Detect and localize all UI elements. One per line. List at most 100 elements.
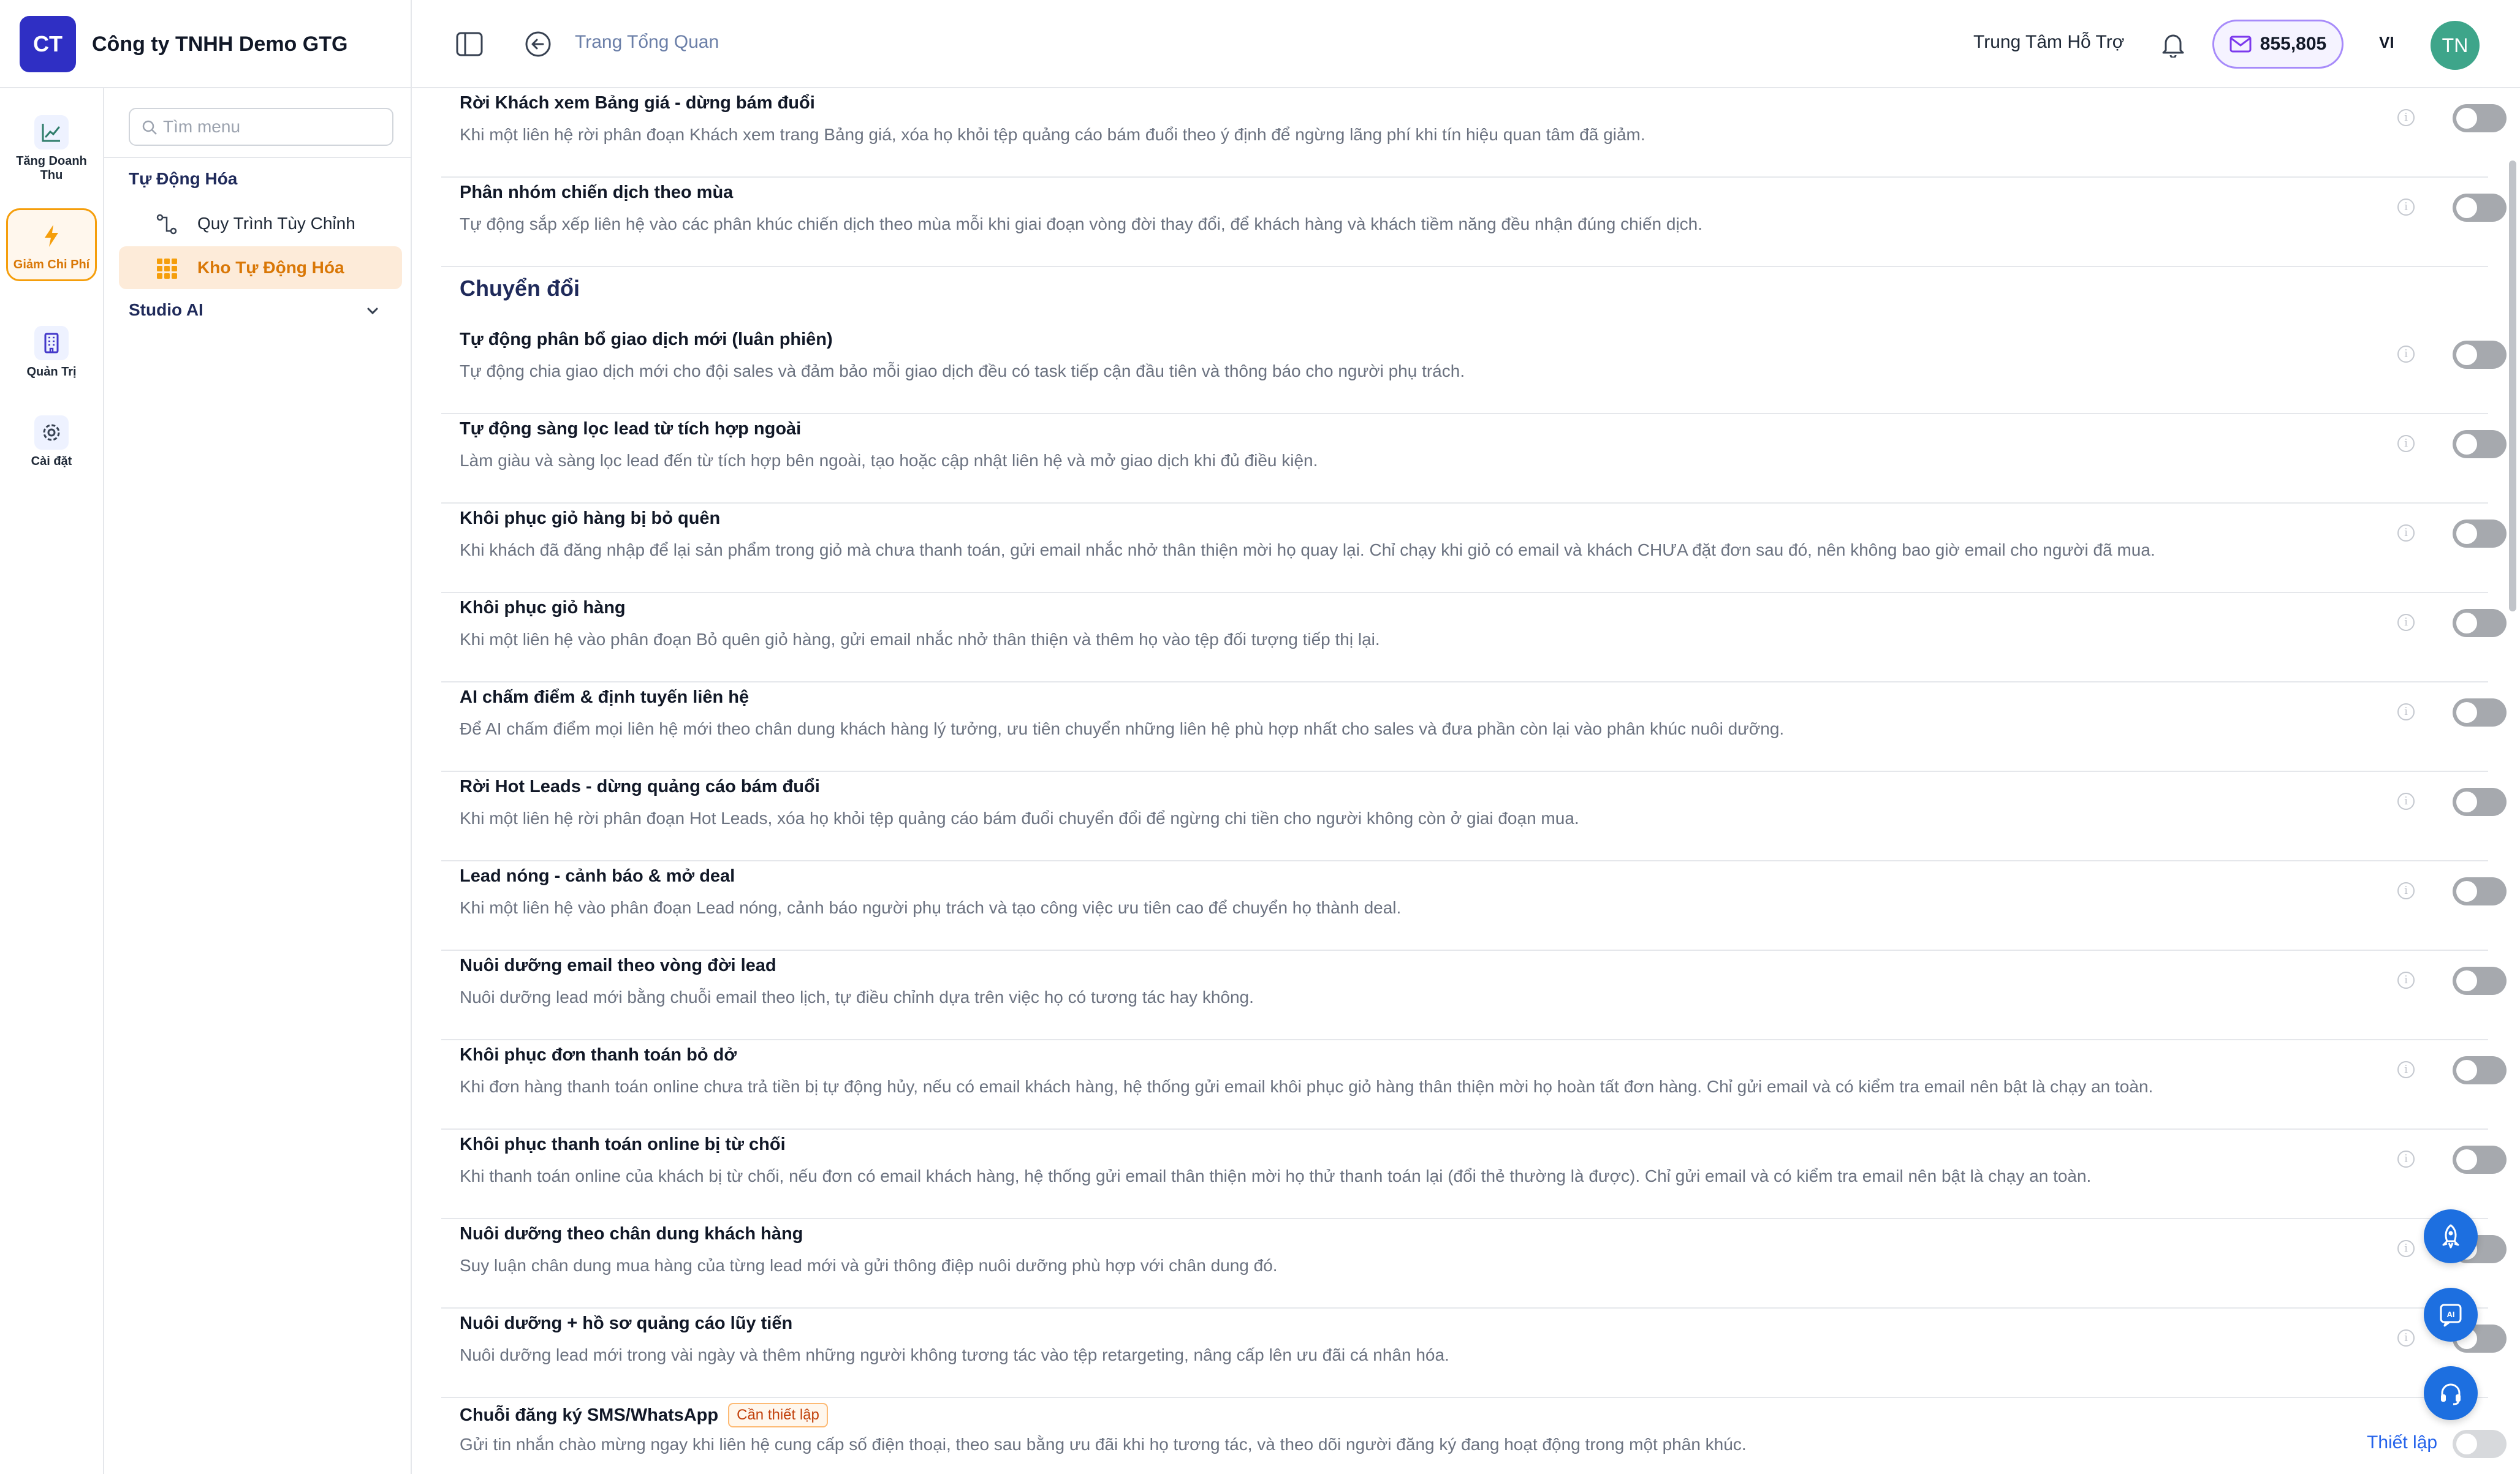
automation-title-text: Khôi phục thanh toán online bị từ chối bbox=[460, 1135, 786, 1154]
automation-toggle[interactable] bbox=[2453, 430, 2507, 458]
info-icon[interactable]: i bbox=[2397, 524, 2415, 542]
setup-link[interactable]: Thiết lập bbox=[2367, 1432, 2437, 1453]
top-bar: CT Công ty TNHH Demo GTG Trang Tổng Quan… bbox=[0, 0, 2520, 88]
breadcrumb[interactable]: Trang Tổng Quan bbox=[575, 32, 719, 53]
info-icon[interactable]: i bbox=[2397, 109, 2415, 126]
automation-row: Tự động sàng lọc lead từ tích hợp ngoài … bbox=[441, 414, 2507, 504]
notifications-button[interactable] bbox=[2155, 26, 2192, 62]
info-icon[interactable]: i bbox=[2397, 1240, 2415, 1257]
sidebar-toggle-button[interactable] bbox=[451, 26, 488, 62]
automation-description: Gửi tin nhắn chào mừng ngay khi liên hệ … bbox=[460, 1435, 1747, 1454]
svg-text:AI: AI bbox=[2447, 1310, 2455, 1319]
automation-row: Khôi phục đơn thanh toán bỏ dở Khi đơn h… bbox=[441, 1040, 2507, 1130]
automation-row: Chuỗi đăng ký SMS/WhatsApp Cần thiết lập… bbox=[441, 1398, 2507, 1474]
info-icon[interactable]: i bbox=[2397, 1151, 2415, 1168]
automation-title-text: Tự động phân bổ giao dịch mới (luân phiê… bbox=[460, 330, 833, 349]
automation-toggle[interactable] bbox=[2453, 1056, 2507, 1084]
user-avatar[interactable]: TN bbox=[2431, 21, 2480, 70]
gear-icon bbox=[34, 415, 69, 450]
scrollbar[interactable] bbox=[2509, 161, 2516, 611]
rail-item-reduce-cost[interactable]: Giảm Chi Phí bbox=[6, 208, 97, 281]
info-icon[interactable]: i bbox=[2397, 1329, 2415, 1347]
chevron-down-icon[interactable] bbox=[365, 304, 380, 319]
automation-description: Khi một liên hệ rời phân đoạn Khách xem … bbox=[460, 125, 1645, 144]
rail-item-label: Giảm Chi Phí bbox=[13, 258, 90, 271]
rail-item-label: Quản Trị bbox=[26, 365, 77, 379]
language-switcher[interactable]: VI bbox=[2379, 33, 2394, 52]
menu-panel: Tìm menu Tự Động Hóa Quy Trình Tùy Chỉnh… bbox=[104, 88, 412, 1474]
automation-toggle[interactable] bbox=[2453, 194, 2507, 222]
back-arrow-icon bbox=[525, 31, 551, 57]
rail-item-label: Cài đặt bbox=[31, 455, 72, 468]
info-icon[interactable]: i bbox=[2397, 614, 2415, 631]
info-icon[interactable]: i bbox=[2397, 703, 2415, 720]
automation-title-text: Rời Khách xem Bảng giá - dừng bám đuổi bbox=[460, 93, 815, 113]
automation-toggle[interactable] bbox=[2453, 788, 2507, 816]
rail-item-increase-revenue[interactable]: Tăng Doanh Thu bbox=[6, 115, 97, 183]
automation-title-text: Nuôi dưỡng + hồ sơ quảng cáo lũy tiến bbox=[460, 1313, 793, 1333]
automation-title: Khôi phục thanh toán online bị từ chối bbox=[460, 1135, 786, 1155]
menu-item-custom-workflow[interactable]: Quy Trình Tùy Chỉnh bbox=[119, 202, 402, 245]
automation-toggle[interactable] bbox=[2453, 104, 2507, 132]
automation-toggle[interactable] bbox=[2453, 967, 2507, 995]
back-button[interactable] bbox=[520, 26, 556, 62]
automation-row: Phân nhóm chiến dịch theo mùa Tự động sắ… bbox=[441, 178, 2507, 267]
automation-description: Khi một liên hệ vào phân đoạn Lead nóng,… bbox=[460, 898, 1402, 917]
info-icon[interactable]: i bbox=[2397, 793, 2415, 810]
automation-description: Khi khách đã đăng nhập để lại sản phẩm t… bbox=[460, 540, 2155, 559]
launch-fab-button[interactable] bbox=[2424, 1209, 2478, 1263]
automation-toggle[interactable] bbox=[2453, 1146, 2507, 1174]
automation-title-text: Khôi phục giỏ hàng bị bỏ quên bbox=[460, 508, 721, 528]
automation-title-text: AI chấm điểm & định tuyến liên hệ bbox=[460, 687, 750, 707]
automation-toggle[interactable] bbox=[2453, 698, 2507, 727]
menu-group-studio-ai[interactable]: Studio AI bbox=[129, 300, 203, 320]
building-icon bbox=[34, 326, 69, 360]
rail-item-settings[interactable]: Cài đặt bbox=[6, 415, 97, 469]
automation-title: Chuỗi đăng ký SMS/WhatsApp Cần thiết lập bbox=[460, 1403, 828, 1427]
automation-description: Để AI chấm điểm mọi liên hệ mới theo châ… bbox=[460, 719, 1785, 738]
automation-description: Tự động sắp xếp liên hệ vào các phân khú… bbox=[460, 214, 1703, 233]
rail-item-label: Tăng Doanh Thu bbox=[16, 154, 87, 182]
info-icon[interactable]: i bbox=[2397, 972, 2415, 989]
info-icon[interactable]: i bbox=[2397, 435, 2415, 452]
menu-search-input[interactable]: Tìm menu bbox=[129, 108, 393, 146]
automation-row: AI chấm điểm & định tuyến liên hệ Để AI … bbox=[441, 682, 2507, 772]
credits-balance[interactable]: 855,805 bbox=[2212, 20, 2344, 69]
automation-description: Tự động chia giao dịch mới cho đội sales… bbox=[460, 361, 1465, 380]
automation-title: Nuôi dưỡng theo chân dung khách hàng bbox=[460, 1224, 803, 1244]
rail-item-admin[interactable]: Quản Trị bbox=[6, 326, 97, 379]
automation-toggle[interactable] bbox=[2453, 609, 2507, 637]
ai-assistant-fab-button[interactable]: AI bbox=[2424, 1288, 2478, 1342]
automation-row: Lead nóng - cảnh báo & mở deal Khi một l… bbox=[441, 861, 2507, 951]
info-icon[interactable]: i bbox=[2397, 882, 2415, 899]
automation-description: Khi một liên hệ rời phân đoạn Hot Leads,… bbox=[460, 809, 1579, 828]
sidebar-toggle-icon bbox=[456, 32, 483, 56]
info-icon[interactable]: i bbox=[2397, 1061, 2415, 1078]
automation-description: Khi đơn hàng thanh toán online chưa trả … bbox=[460, 1077, 2154, 1096]
menu-divider bbox=[104, 157, 412, 158]
support-fab-button[interactable] bbox=[2424, 1366, 2478, 1420]
automation-toggle[interactable] bbox=[2453, 520, 2507, 548]
automation-description: Khi một liên hệ vào phân đoạn Bỏ quên gi… bbox=[460, 630, 1380, 649]
icon-rail: Tăng Doanh Thu Giảm Chi Phí Quản Trị Cài… bbox=[0, 88, 104, 1474]
automation-toggle[interactable] bbox=[2453, 341, 2507, 369]
automation-title-text: Lead nóng - cảnh báo & mở deal bbox=[460, 866, 735, 886]
automation-list: Rời Khách xem Bảng giá - dừng bám đuổi K… bbox=[412, 88, 2520, 1474]
menu-item-label: Quy Trình Tùy Chỉnh bbox=[197, 214, 355, 233]
automation-row: Rời Khách xem Bảng giá - dừng bám đuổi K… bbox=[441, 88, 2507, 178]
support-center-link[interactable]: Trung Tâm Hỗ Trợ bbox=[1973, 32, 2124, 53]
automation-row: Khôi phục thanh toán online bị từ chối K… bbox=[441, 1130, 2507, 1219]
automation-row: Tự động phân bổ giao dịch mới (luân phiê… bbox=[441, 325, 2507, 414]
menu-group-automation[interactable]: Tự Động Hóa bbox=[129, 169, 237, 189]
info-icon[interactable]: i bbox=[2397, 346, 2415, 363]
automation-description: Suy luận chân dung mua hàng của từng lea… bbox=[460, 1256, 1278, 1275]
automation-title: AI chấm điểm & định tuyến liên hệ bbox=[460, 687, 749, 708]
company-logo[interactable]: CT bbox=[20, 16, 76, 72]
menu-item-automation-library[interactable]: Kho Tự Động Hóa bbox=[119, 246, 402, 289]
automation-toggle[interactable] bbox=[2453, 877, 2507, 905]
info-icon[interactable]: i bbox=[2397, 198, 2415, 216]
automation-toggle[interactable] bbox=[2453, 1430, 2507, 1458]
automation-title-text: Nuôi dưỡng theo chân dung khách hàng bbox=[460, 1224, 803, 1244]
brand: CT Công ty TNHH Demo GTG bbox=[0, 0, 412, 88]
automation-row: Nuôi dưỡng + hồ sơ quảng cáo lũy tiến Nu… bbox=[441, 1309, 2507, 1398]
